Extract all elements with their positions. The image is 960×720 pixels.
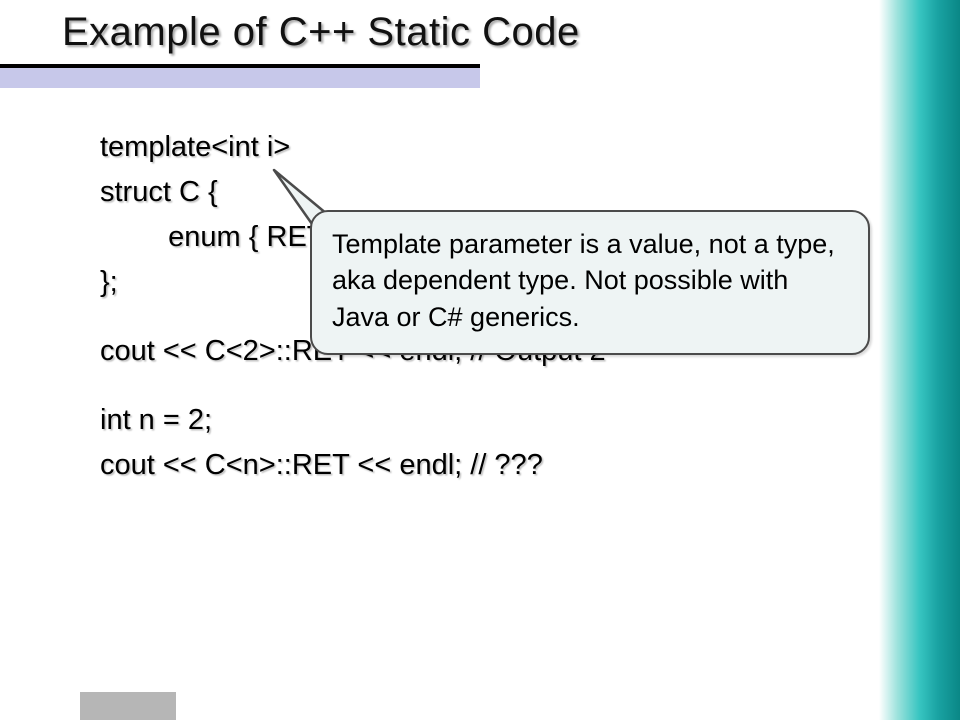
slide: Example of C++ Static Code template<int … [0, 0, 960, 720]
right-gradient-band [870, 0, 960, 720]
slide-title: Example of C++ Static Code [62, 10, 580, 55]
underline-lavender [0, 68, 480, 88]
code-line: cout << C<n>::RET << endl; // ??? [100, 443, 840, 488]
callout-text: Template parameter is a value, not a typ… [332, 229, 835, 332]
code-line: template<int i> [100, 125, 840, 170]
blank-line [100, 374, 840, 398]
code-line: int n = 2; [100, 398, 840, 443]
title-underline [0, 64, 480, 88]
callout-box: Template parameter is a value, not a typ… [310, 210, 870, 355]
code-line: struct C { [100, 170, 840, 215]
footer-accent-bar [80, 692, 176, 720]
